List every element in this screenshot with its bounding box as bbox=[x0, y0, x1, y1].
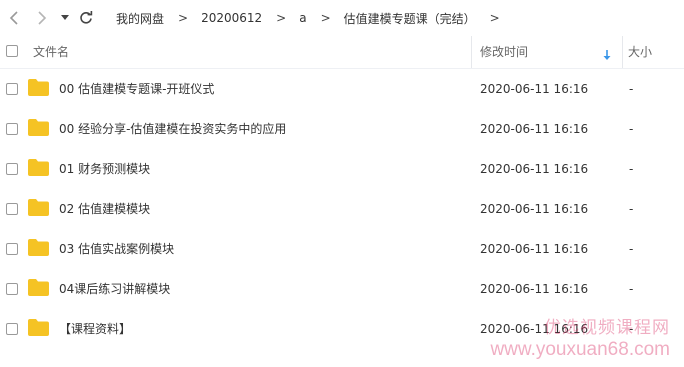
row-checkbox[interactable] bbox=[6, 243, 18, 255]
file-modified-time: 2020-06-11 16:16 bbox=[480, 202, 589, 216]
row-checkbox[interactable] bbox=[6, 203, 18, 215]
file-name[interactable]: 04课后练习讲解模块 bbox=[59, 269, 170, 309]
row-checkbox[interactable] bbox=[6, 123, 18, 135]
file-modified-time: 2020-06-11 16:16 bbox=[480, 122, 589, 136]
file-modified-time: 2020-06-11 16:16 bbox=[480, 242, 589, 256]
breadcrumb-separator[interactable]: > bbox=[490, 11, 500, 25]
table-row[interactable]: 02 估值建模模块 2020-06-11 16:16 - bbox=[0, 189, 684, 229]
file-name[interactable]: 03 估值实战案例模块 bbox=[59, 229, 174, 269]
navigation-bar: 我的网盘 > 20200612 > a > 估值建模专题课（完结） > bbox=[0, 0, 684, 36]
caret-down-icon[interactable] bbox=[57, 0, 73, 36]
table-row[interactable]: 03 估值实战案例模块 2020-06-11 16:16 - bbox=[0, 229, 684, 269]
table-row[interactable]: 00 经验分享-估值建模在投资实务中的应用 2020-06-11 16:16 - bbox=[0, 109, 684, 149]
file-size: - bbox=[629, 122, 634, 136]
file-size: - bbox=[629, 242, 634, 256]
breadcrumb-item-a[interactable]: a bbox=[299, 11, 306, 25]
file-size: - bbox=[629, 162, 634, 176]
row-checkbox[interactable] bbox=[6, 163, 18, 175]
file-size: - bbox=[629, 282, 634, 296]
file-name[interactable]: 00 经验分享-估值建模在投资实务中的应用 bbox=[59, 109, 286, 149]
file-name[interactable]: 【课程资料】 bbox=[59, 309, 131, 349]
sort-down-arrow-icon[interactable] bbox=[603, 46, 611, 65]
column-header-name[interactable]: 文件名 bbox=[33, 36, 69, 68]
breadcrumb: 我的网盘 > 20200612 > a > 估值建模专题课（完结） > bbox=[116, 0, 513, 36]
breadcrumb-item-20200612[interactable]: 20200612 bbox=[201, 11, 262, 25]
column-header-modified[interactable]: 修改时间 bbox=[471, 36, 623, 68]
file-modified-time: 2020-06-11 16:16 bbox=[480, 322, 589, 336]
chevron-right-icon[interactable] bbox=[30, 0, 54, 36]
file-size: - bbox=[629, 202, 634, 216]
breadcrumb-item-my-drive[interactable]: 我的网盘 bbox=[116, 10, 164, 27]
folder-icon bbox=[28, 79, 49, 96]
folder-icon bbox=[28, 279, 49, 296]
folder-icon bbox=[28, 159, 49, 176]
file-modified-time: 2020-06-11 16:16 bbox=[480, 282, 589, 296]
row-checkbox[interactable] bbox=[6, 83, 18, 95]
column-header-modified-label: 修改时间 bbox=[480, 45, 529, 59]
row-checkbox[interactable] bbox=[6, 283, 18, 295]
file-size: - bbox=[629, 322, 634, 336]
chevron-left-icon[interactable] bbox=[2, 0, 26, 36]
refresh-icon[interactable] bbox=[75, 0, 97, 36]
breadcrumb-item-current-folder[interactable]: 估值建模专题课（完结） bbox=[344, 10, 476, 27]
breadcrumb-separator: > bbox=[276, 11, 287, 25]
breadcrumb-separator: > bbox=[320, 11, 331, 25]
folder-icon bbox=[28, 319, 49, 336]
file-modified-time: 2020-06-11 16:16 bbox=[480, 162, 589, 176]
file-list-header: 文件名 修改时间 大小 bbox=[0, 36, 684, 69]
file-name[interactable]: 02 估值建模模块 bbox=[59, 189, 150, 229]
folder-icon bbox=[28, 119, 49, 136]
column-header-size[interactable]: 大小 bbox=[628, 36, 652, 68]
file-modified-time: 2020-06-11 16:16 bbox=[480, 82, 589, 96]
table-row[interactable]: 00 估值建模专题课-开班仪式 2020-06-11 16:16 - bbox=[0, 69, 684, 109]
table-row[interactable]: 04课后练习讲解模块 2020-06-11 16:16 - bbox=[0, 269, 684, 309]
folder-icon bbox=[28, 239, 49, 256]
file-size: - bbox=[629, 82, 634, 96]
select-all-checkbox[interactable] bbox=[6, 45, 18, 57]
table-row[interactable]: 01 财务预测模块 2020-06-11 16:16 - bbox=[0, 149, 684, 189]
row-checkbox[interactable] bbox=[6, 323, 18, 335]
table-row[interactable]: 【课程资料】 2020-06-11 16:16 - bbox=[0, 309, 684, 349]
folder-icon bbox=[28, 199, 49, 216]
file-name[interactable]: 01 财务预测模块 bbox=[59, 149, 150, 189]
file-name[interactable]: 00 估值建模专题课-开班仪式 bbox=[59, 69, 214, 109]
breadcrumb-separator: > bbox=[178, 11, 189, 25]
